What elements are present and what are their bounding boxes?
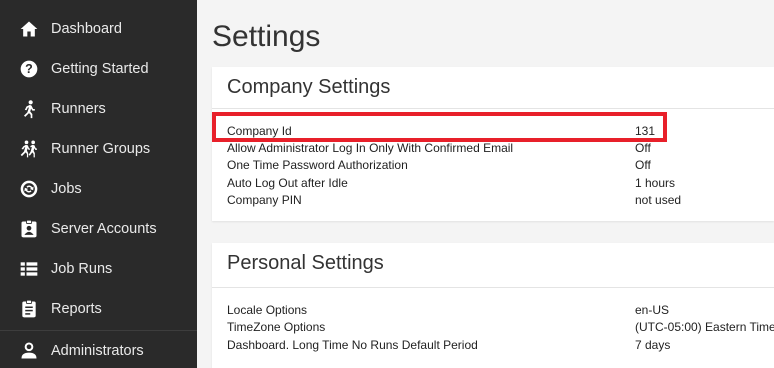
sidebar: Dashboard ? Getting Started Runners Runn… (0, 0, 197, 368)
sidebar-item-server-accounts[interactable]: Server Accounts (0, 209, 197, 249)
sidebar-item-runners[interactable]: Runners (0, 89, 197, 129)
setting-value: Off (635, 141, 651, 155)
card-title: Personal Settings (227, 252, 384, 274)
svg-text:?: ? (25, 62, 33, 76)
card-header: Personal Settings (212, 243, 774, 288)
jobs-icon (19, 179, 39, 199)
personal-settings-card: Personal Settings Locale Options en-US T… (212, 243, 774, 368)
sidebar-item-dashboard[interactable]: Dashboard (0, 9, 197, 49)
page-title: Settings (212, 20, 321, 53)
setting-key: Company PIN (227, 193, 302, 207)
sidebar-item-jobs[interactable]: Jobs (0, 169, 197, 209)
setting-key: Auto Log Out after Idle (227, 176, 348, 190)
setting-key: Locale Options (227, 303, 308, 317)
sidebar-item-label: Getting Started (51, 61, 149, 77)
sidebar-item-administrators[interactable]: Administrators (0, 331, 197, 368)
runner-group-icon (19, 139, 39, 159)
sidebar-item-label: Dashboard (51, 21, 122, 37)
setting-key: TimeZone Options (227, 320, 326, 334)
runner-icon (19, 99, 39, 119)
sidebar-item-reports[interactable]: Reports (0, 289, 197, 329)
job-runs-icon (19, 259, 39, 279)
main-content: Settings Company Settings Company Id 131… (197, 0, 774, 368)
sidebar-item-label: Server Accounts (51, 221, 157, 237)
settings-row: Locale Options en-US (227, 303, 774, 320)
settings-row: One Time Password Authorization Off (227, 158, 774, 175)
sidebar-item-label: Runner Groups (51, 141, 151, 157)
setting-value: (UTC-05:00) Eastern Time (635, 320, 774, 334)
setting-key: One Time Password Authorization (227, 158, 408, 172)
help-icon: ? (19, 59, 39, 79)
administrators-icon (19, 341, 39, 361)
setting-value: Off (635, 158, 651, 172)
setting-value: 1 hours (635, 176, 676, 190)
card-header: Company Settings (212, 67, 774, 109)
settings-row: Allow Administrator Log In Only With Con… (227, 141, 774, 158)
setting-value: en-US (635, 303, 670, 317)
sidebar-item-label: Job Runs (51, 261, 113, 277)
setting-value: 7 days (635, 338, 671, 352)
setting-key: Dashboard. Long Time No Runs Default Per… (227, 338, 478, 352)
setting-key: Allow Administrator Log In Only With Con… (227, 141, 514, 155)
sidebar-item-label: Jobs (51, 181, 82, 197)
sidebar-item-label: Administrators (51, 343, 144, 359)
sidebar-item-label: Reports (51, 301, 102, 317)
card-title: Company Settings (227, 76, 391, 98)
sidebar-item-runner-groups[interactable]: Runner Groups (0, 129, 197, 169)
sidebar-item-label: Runners (51, 101, 106, 117)
setting-value: not used (635, 193, 682, 207)
home-icon (19, 19, 39, 39)
server-account-icon (19, 219, 39, 239)
settings-row: Dashboard. Long Time No Runs Default Per… (227, 338, 774, 355)
settings-row: Company PIN not used (227, 193, 774, 210)
settings-row: Auto Log Out after Idle 1 hours (227, 176, 774, 193)
settings-row: TimeZone Options (UTC-05:00) Eastern Tim… (227, 320, 774, 337)
highlight-box (212, 112, 667, 142)
sidebar-item-job-runs[interactable]: Job Runs (0, 249, 197, 289)
reports-icon (19, 299, 39, 319)
company-settings-card: Company Settings Company Id 131 Allow Ad… (212, 67, 774, 221)
sidebar-item-getting-started[interactable]: ? Getting Started (0, 49, 197, 89)
